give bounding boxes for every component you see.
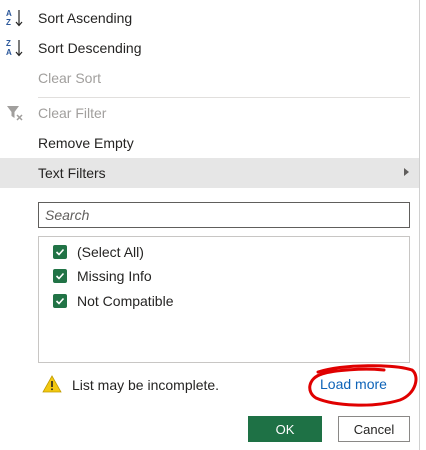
remove-empty-item[interactable]: Remove Empty <box>0 128 419 158</box>
svg-text:A: A <box>6 48 12 57</box>
values-list[interactable]: (Select All) Missing Info Not Compatible <box>38 236 410 363</box>
clear-filter-item[interactable]: Clear Filter <box>0 98 419 128</box>
text-filters-item[interactable]: Text Filters <box>0 158 419 188</box>
remove-empty-label: Remove Empty <box>38 135 134 151</box>
clear-filter-icon <box>4 103 26 123</box>
checkbox-checked[interactable] <box>53 294 67 308</box>
checkbox-checked[interactable] <box>53 245 67 259</box>
clear-filter-label: Clear Filter <box>38 105 107 121</box>
list-item-select-all[interactable]: (Select All) <box>53 242 144 262</box>
incomplete-list-warning: List may be incomplete. <box>42 374 219 396</box>
load-more-link[interactable]: Load more <box>320 376 387 392</box>
clear-sort-label: Clear Sort <box>38 70 102 86</box>
list-item-label: (Select All) <box>77 244 144 260</box>
checkbox-checked[interactable] <box>53 269 67 283</box>
svg-text:A: A <box>6 9 12 18</box>
warning-icon <box>42 374 62 396</box>
warning-text: List may be incomplete. <box>72 377 220 393</box>
sort-descending-item[interactable]: Z A Sort Descending <box>0 33 419 63</box>
ok-button[interactable]: OK <box>248 416 322 442</box>
sort-ascending-icon: A Z <box>4 8 26 28</box>
list-item-label: Missing Info <box>77 268 152 284</box>
svg-text:Z: Z <box>6 18 11 27</box>
sort-descending-icon: Z A <box>4 38 26 58</box>
submenu-arrow-icon <box>404 168 409 176</box>
list-item-missing-info[interactable]: Missing Info <box>53 266 152 286</box>
list-item-label: Not Compatible <box>77 293 174 309</box>
list-item-not-compatible[interactable]: Not Compatible <box>53 291 174 311</box>
filter-dropdown-panel: A Z Sort Ascending Z A Sort Descending C… <box>0 0 420 450</box>
sort-ascending-item[interactable]: A Z Sort Ascending <box>0 3 419 33</box>
clear-sort-item[interactable]: Clear Sort <box>0 63 419 93</box>
svg-text:Z: Z <box>6 39 11 48</box>
search-input[interactable] <box>39 207 409 223</box>
text-filters-label: Text Filters <box>38 165 106 181</box>
sort-descending-label: Sort Descending <box>38 40 142 56</box>
sort-ascending-label: Sort Ascending <box>38 10 133 26</box>
search-box <box>38 202 410 228</box>
cancel-button[interactable]: Cancel <box>338 416 410 442</box>
